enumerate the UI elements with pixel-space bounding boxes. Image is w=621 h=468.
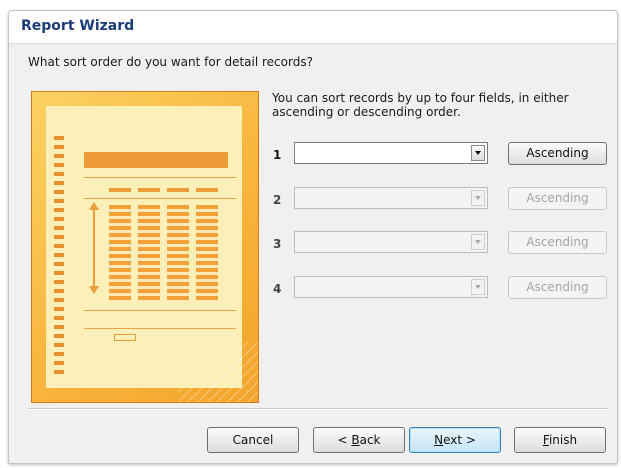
sort-field-combo-1[interactable] (294, 142, 488, 164)
sort-order-toggle-3[interactable]: Ascending (508, 231, 607, 254)
back-button[interactable]: < Back (313, 427, 405, 453)
preview-rule (84, 198, 236, 199)
sort-row-number-1: 1 (273, 148, 282, 162)
sort-field-dropdown-button-1[interactable] (471, 145, 485, 161)
sort-field-dropdown-button-4[interactable] (471, 279, 485, 295)
preview-column-rows (138, 205, 160, 302)
sort-row-number-2: 2 (273, 193, 282, 207)
chevron-down-icon (475, 151, 481, 155)
preview-column-header (109, 188, 131, 192)
preview-header-bar (84, 152, 228, 168)
finish-button[interactable]: Finish (514, 427, 606, 453)
binding-strip (54, 136, 64, 376)
chevron-down-icon (475, 196, 481, 200)
sort-order-toggle-2[interactable]: Ascending (508, 187, 607, 210)
window-title: Report Wizard (21, 18, 135, 34)
finish-button-label: inish (548, 433, 578, 447)
preview-column-header (138, 188, 160, 192)
back-button-mnemonic: B (351, 433, 360, 447)
preview-column-rows (109, 205, 131, 302)
preview-column-rows (196, 205, 218, 302)
sort-field-dropdown-button-3[interactable] (471, 234, 485, 250)
back-button-label: ack (359, 433, 381, 447)
preview-rule (84, 177, 236, 178)
title-bar[interactable]: Report Wizard (9, 11, 617, 44)
back-button-prefix: < (337, 433, 352, 447)
report-wizard-window: Report Wizard What sort order do you wan… (8, 10, 618, 464)
sort-field-combo-2[interactable] (294, 187, 488, 209)
preview-rule (84, 328, 236, 329)
sort-arrow-shaft (93, 209, 95, 287)
chevron-down-icon (475, 285, 481, 289)
sort-description: You can sort records by up to four field… (272, 91, 569, 119)
footer-separator (29, 408, 609, 410)
sort-order-toggle-1[interactable]: Ascending (508, 142, 607, 165)
chevron-down-icon (475, 240, 481, 244)
cancel-button-label: Cancel (232, 433, 274, 447)
preview-column-header (196, 188, 218, 192)
sort-row-number-3: 3 (273, 237, 282, 251)
next-button-label: ext > (443, 433, 476, 447)
preview-footer-box (114, 334, 136, 341)
preview-column-rows (167, 205, 189, 302)
report-preview-illustration (31, 91, 259, 403)
next-button-mnemonic: N (434, 433, 444, 447)
page-question: What sort order do you want for detail r… (28, 55, 313, 69)
sort-order-toggle-4[interactable]: Ascending (508, 276, 607, 299)
sort-field-combo-3[interactable] (294, 231, 488, 253)
preview-rule (84, 310, 236, 311)
sort-field-dropdown-button-2[interactable] (471, 190, 485, 206)
preview-column-header (167, 188, 189, 192)
cancel-button[interactable]: Cancel (207, 427, 299, 453)
next-button[interactable]: Next > (409, 427, 501, 453)
sort-field-combo-4[interactable] (294, 276, 488, 298)
sort-row-number-4: 4 (273, 282, 282, 296)
sort-arrow-down-icon (89, 286, 99, 294)
preview-corner-decoration (178, 342, 258, 402)
